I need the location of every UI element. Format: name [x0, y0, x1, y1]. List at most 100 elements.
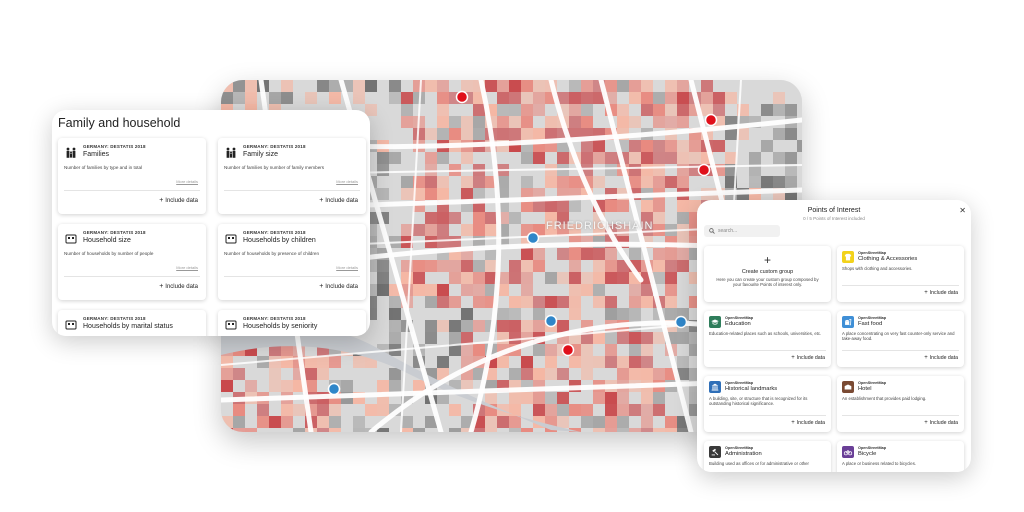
- card-description: Education-related places such as schools…: [709, 331, 822, 336]
- heat-cell: [509, 128, 521, 140]
- heat-cell: [653, 260, 665, 272]
- heat-cell: [401, 92, 413, 104]
- heat-cell: [317, 80, 329, 92]
- heat-cell: [641, 176, 653, 188]
- poi-subtitle: 0 / 5 Points of Interest included: [803, 216, 865, 221]
- create-group-desc: Here you can create your custom group co…: [716, 277, 819, 288]
- heat-cell: [617, 80, 629, 92]
- card-header: OpenStreetMap Hotel: [842, 381, 959, 393]
- dataset-card[interactable]: GERMANY: DESTATIS 2018 Family size Number …: [218, 138, 366, 214]
- poi-card[interactable]: OpenStreetMap Historical landmarks A build…: [704, 376, 831, 432]
- divider: [64, 190, 200, 191]
- poi-card[interactable]: OpenStreetMap Fast food A place concentrat…: [837, 311, 964, 367]
- include-data-button[interactable]: + Include data: [791, 355, 825, 361]
- more-details-link[interactable]: More details: [336, 179, 358, 184]
- heat-cell: [509, 320, 521, 332]
- divider: [709, 350, 826, 351]
- poi-grid: + Create custom group Here you can creat…: [704, 246, 964, 472]
- heat-cell: [449, 128, 461, 140]
- heat-cell: [281, 80, 293, 92]
- heat-cell: [365, 404, 377, 416]
- dataset-card[interactable]: GERMANY: DESTATIS 2018 Household size Numb…: [58, 224, 206, 300]
- heat-cell: [761, 104, 773, 116]
- heat-cell: [629, 296, 641, 308]
- heat-cell: [221, 380, 233, 392]
- heat-cell: [509, 272, 521, 284]
- heat-cell: [605, 80, 617, 92]
- heat-cell: [521, 128, 533, 140]
- heat-cell: [509, 428, 521, 432]
- poi-card[interactable]: OpenStreetMap Administration Building used…: [704, 441, 831, 472]
- points-of-interest-panel: Points of Interest 0 / 5 Points of Inter…: [697, 200, 971, 472]
- dataset-card[interactable]: GERMANY: DESTATIS 2018 Families Number of …: [58, 138, 206, 214]
- search-input[interactable]: search...: [704, 225, 780, 237]
- heat-cell: [473, 344, 485, 356]
- heat-cell: [665, 140, 677, 152]
- heat-cell: [593, 140, 605, 152]
- include-data-button[interactable]: + Include data: [319, 197, 358, 204]
- heat-cell: [401, 428, 413, 432]
- heat-cell: [629, 428, 641, 432]
- heat-cell: [557, 152, 569, 164]
- include-data-button[interactable]: + Include data: [159, 197, 198, 204]
- include-data-button[interactable]: + Include data: [319, 283, 358, 290]
- heat-cell: [533, 392, 545, 404]
- heat-cell: [641, 392, 653, 404]
- poi-card[interactable]: OpenStreetMap Bicycle A place or business …: [837, 441, 964, 472]
- card-name: Households by marital status: [83, 323, 173, 330]
- card-name: Administration: [725, 451, 762, 457]
- heat-cell: [413, 284, 425, 296]
- create-group-title: Create custom group: [741, 269, 794, 275]
- heat-cell: [533, 128, 545, 140]
- heat-cell: [689, 152, 701, 164]
- card-description: A building, site, or structure that is r…: [709, 396, 808, 407]
- button-label: Include data: [796, 420, 825, 426]
- heat-cell: [725, 92, 737, 104]
- more-details-link[interactable]: More details: [336, 265, 358, 270]
- include-data-button[interactable]: + Include data: [924, 420, 958, 426]
- include-data-button[interactable]: + Include data: [924, 290, 958, 296]
- dataset-card[interactable]: GERMANY: DESTATIS 2018 Households by chil…: [218, 224, 366, 300]
- household-icon: [64, 232, 77, 245]
- poi-card[interactable]: OpenStreetMap Education Education-related …: [704, 311, 831, 367]
- card-header: GERMANY: DESTATIS 2018 Households by seni…: [224, 316, 360, 331]
- dataset-card[interactable]: GERMANY: DESTATIS 2018 Households by seni…: [218, 310, 366, 336]
- create-custom-group-card[interactable]: + Create custom group Here you can creat…: [704, 246, 831, 302]
- close-icon[interactable]: ✕: [959, 206, 966, 215]
- heat-cell: [629, 92, 641, 104]
- heat-cell: [617, 392, 629, 404]
- heat-cell: [569, 248, 581, 260]
- heat-cell: [581, 92, 593, 104]
- heat-cell: [449, 428, 461, 432]
- include-data-button[interactable]: + Include data: [159, 283, 198, 290]
- heat-cell: [509, 104, 521, 116]
- heat-cell: [785, 152, 797, 164]
- include-data-button[interactable]: + Include data: [924, 355, 958, 361]
- family-household-panel: Family and household GERMANY: DESTATIS 2…: [52, 110, 370, 336]
- include-data-button[interactable]: + Include data: [791, 420, 825, 426]
- heat-cell: [497, 320, 509, 332]
- heat-cell: [557, 176, 569, 188]
- heat-cell: [461, 308, 473, 320]
- heat-cell: [497, 116, 509, 128]
- card-name: Households by seniority: [243, 323, 318, 330]
- poi-card[interactable]: OpenStreetMap Clothing & Accessories Shops…: [837, 246, 964, 302]
- heat-cell: [569, 308, 581, 320]
- heat-cell: [281, 92, 293, 104]
- more-details-link[interactable]: More details: [176, 265, 198, 270]
- poi-card[interactable]: OpenStreetMap Hotel An establishment that …: [837, 376, 964, 432]
- heat-cell: [401, 188, 413, 200]
- more-details-link[interactable]: More details: [176, 179, 198, 184]
- heat-cell: [377, 152, 389, 164]
- heat-cell: [425, 260, 437, 272]
- heat-cell: [545, 392, 557, 404]
- heat-cell: [761, 176, 773, 188]
- heat-cell: [617, 116, 629, 128]
- card-source: GERMANY: DESTATIS 2018: [243, 230, 306, 235]
- heat-cell: [317, 356, 329, 368]
- heat-cell: [641, 428, 653, 432]
- dataset-card[interactable]: GERMANY: DESTATIS 2018 Households by mari…: [58, 310, 206, 336]
- heat-cell: [641, 200, 653, 212]
- heat-cell: [581, 104, 593, 116]
- card-name: Bicycle: [858, 451, 877, 457]
